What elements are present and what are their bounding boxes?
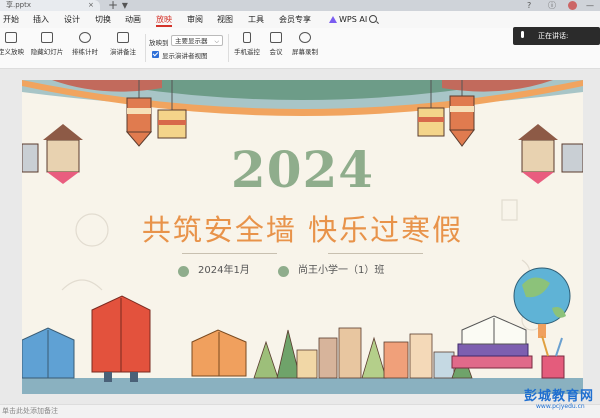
screen-record-label: 屏幕录制 <box>292 48 318 56</box>
custom-show-button[interactable]: 定义放映 <box>0 32 28 56</box>
document-tab[interactable]: 享.pptx × <box>0 0 100 11</box>
hide-slide-label: 隐藏幻灯片 <box>30 48 64 56</box>
monitor-select[interactable]: 主要显示器 ⌵ <box>171 35 223 46</box>
info-icon[interactable]: ⓘ <box>548 0 556 11</box>
menu-animation[interactable]: 动画 <box>125 11 141 28</box>
notes-bar[interactable]: 单击此处添加备注 <box>0 404 600 418</box>
watermark-url: www.pcjyedu.cn <box>536 403 585 410</box>
speaking-text: 正在讲话: <box>538 32 569 40</box>
watermark-text: 彭城教育网 <box>524 389 595 404</box>
watermark-logo: 彭城教育网 www.pcjyedu.cn <box>514 385 600 417</box>
rehearse-timing-button[interactable]: 排练计时 <box>69 32 101 56</box>
menu-slideshow[interactable]: 放映 <box>156 11 172 28</box>
menu-transition[interactable]: 切换 <box>95 11 111 28</box>
record-icon <box>299 32 311 43</box>
toolbar-divider <box>145 34 146 62</box>
toolbar-divider <box>228 34 229 62</box>
speaking-indicator: 正在讲话: <box>513 27 600 45</box>
document-tab-label: 享.pptx <box>6 1 31 9</box>
menu-tools[interactable]: 工具 <box>248 11 264 28</box>
menu-insert[interactable]: 插入 <box>33 11 49 28</box>
title-bar: 享.pptx × + ▾ ? ⓘ — <box>0 0 600 12</box>
speaker-notes-label: 演讲备注 <box>110 48 136 56</box>
meeting-button[interactable]: 会议 <box>266 32 286 56</box>
avatar[interactable] <box>568 1 577 10</box>
ribbon-menu-bar: 开始 插入 设计 切换 动画 放映 审阅 视图 工具 会员专享 WPS AI <box>0 11 600 28</box>
timer-icon <box>79 32 91 43</box>
custom-show-label: 定义放映 <box>0 48 24 56</box>
menu-view[interactable]: 视图 <box>217 11 233 28</box>
custom-show-icon <box>5 32 17 43</box>
help-icon[interactable]: ? <box>527 0 531 11</box>
slideshow-toolbar: 定义放映 隐藏幻灯片 排练计时 演讲备注 放映到 主要显示器 ⌵ 显示演讲者视图… <box>0 28 600 69</box>
chevron-down-icon: ⌵ <box>214 38 219 45</box>
notes-icon <box>117 32 129 43</box>
menu-member[interactable]: 会员专享 <box>279 11 311 28</box>
meeting-label: 会议 <box>269 48 283 56</box>
slide-year[interactable]: 2024 <box>22 140 583 199</box>
menu-review[interactable]: 审阅 <box>187 11 203 28</box>
slide-date[interactable]: 2024年1月 <box>198 264 250 278</box>
window-control-icon[interactable]: — <box>586 0 594 11</box>
presenter-view-label: 显示演讲者视图 <box>162 52 208 60</box>
bullet-dot <box>178 266 189 277</box>
microphone-icon <box>521 31 524 38</box>
phone-remote-label: 手机遥控 <box>234 48 260 56</box>
divider-line <box>182 253 277 254</box>
hide-slide-button[interactable]: 隐藏幻灯片 <box>29 32 65 56</box>
phone-remote-button[interactable]: 手机遥控 <box>232 32 262 56</box>
show-on-label: 放映到 <box>149 39 169 47</box>
menu-design[interactable]: 设计 <box>64 11 80 28</box>
video-camera-icon <box>270 32 282 43</box>
slide-title[interactable]: 共筑安全墙 快乐过寒假 <box>22 207 583 249</box>
menu-home[interactable]: 开始 <box>3 11 19 28</box>
speaker-notes-button[interactable]: 演讲备注 <box>105 32 141 56</box>
hide-slide-icon <box>41 32 53 43</box>
bullet-dot <box>278 266 289 277</box>
close-tab-icon[interactable]: × <box>88 0 94 11</box>
notes-placeholder[interactable]: 单击此处添加备注 <box>2 405 58 418</box>
wps-ai-icon <box>329 16 337 23</box>
wps-ai-button[interactable]: WPS AI <box>339 11 367 28</box>
search-icon[interactable] <box>369 15 377 23</box>
monitor-select-value: 主要显示器 <box>175 37 208 45</box>
rehearse-timing-label: 排练计时 <box>72 48 98 56</box>
slide-school[interactable]: 尚王小学一（1）班 <box>298 264 384 278</box>
presenter-view-checkbox[interactable] <box>152 51 159 58</box>
divider-line <box>328 253 423 254</box>
slide-canvas[interactable]: 2024 共筑安全墙 快乐过寒假 2024年1月 尚王小学一（1）班 <box>22 80 583 394</box>
screen-record-button[interactable]: 屏幕录制 <box>290 32 320 56</box>
phone-icon <box>243 32 251 43</box>
